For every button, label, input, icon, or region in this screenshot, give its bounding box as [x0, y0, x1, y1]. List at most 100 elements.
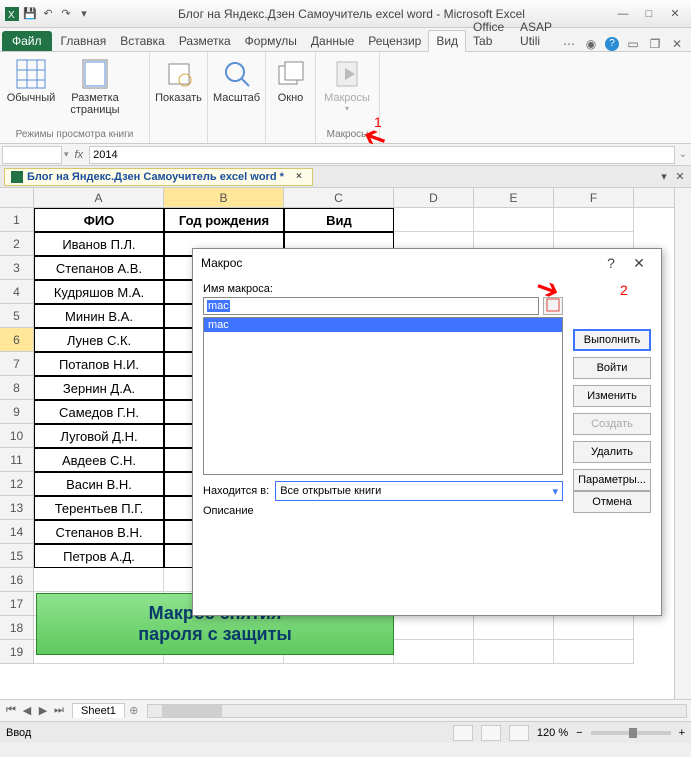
view-normal-icon[interactable]: [453, 725, 473, 741]
macro-list-item[interactable]: mac: [204, 318, 562, 332]
ribbon-restore-icon[interactable]: ❐: [647, 37, 663, 51]
sheet-nav-prev-icon[interactable]: ◀: [20, 704, 34, 717]
cell-A10[interactable]: Луговой Д.Н.: [34, 424, 164, 448]
sheet-nav-next-icon[interactable]: ▶: [36, 704, 50, 717]
sheet-nav-last-icon[interactable]: ⏭: [52, 704, 66, 717]
close-icon[interactable]: ✕: [663, 6, 687, 22]
zoom-in-icon[interactable]: +: [679, 727, 685, 739]
cell-D18[interactable]: [394, 616, 474, 640]
select-all-corner[interactable]: [0, 188, 34, 207]
cell-A1[interactable]: ФИО: [34, 208, 164, 232]
cell-A12[interactable]: Васин В.Н.: [34, 472, 164, 496]
zoom-button[interactable]: Масштаб: [212, 54, 261, 139]
dialog-close-icon[interactable]: ✕: [625, 255, 653, 272]
macro-list[interactable]: mac: [203, 317, 563, 475]
minimize-icon[interactable]: —: [611, 6, 635, 22]
col-header-C[interactable]: C: [284, 188, 394, 207]
row-header-5[interactable]: 5: [0, 304, 34, 328]
page-layout-button[interactable]: Разметка страницы: [60, 54, 130, 128]
cell-A9[interactable]: Самедов Г.Н.: [34, 400, 164, 424]
row-header-1[interactable]: 1: [0, 208, 34, 232]
sheet-tab-active[interactable]: Sheet1: [72, 703, 125, 718]
cell-A8[interactable]: Зернин Д.А.: [34, 376, 164, 400]
tab-formulas[interactable]: Формулы: [238, 31, 304, 51]
col-header-D[interactable]: D: [394, 188, 474, 207]
row-header-15[interactable]: 15: [0, 544, 34, 568]
name-box[interactable]: [2, 146, 62, 164]
col-header-A[interactable]: A: [34, 188, 164, 207]
options-button[interactable]: Параметры...: [573, 469, 651, 491]
col-header-E[interactable]: E: [474, 188, 554, 207]
tab-view[interactable]: Вид: [428, 30, 466, 52]
maximize-icon[interactable]: □: [637, 6, 661, 22]
window-button[interactable]: Окно: [270, 54, 311, 139]
cell-A14[interactable]: Степанов В.Н.: [34, 520, 164, 544]
ribbon-minimize-icon[interactable]: ▭: [625, 37, 641, 51]
show-button[interactable]: Показать: [154, 54, 203, 139]
row-header-13[interactable]: 13: [0, 496, 34, 520]
cell-A2[interactable]: Иванов П.Л.: [34, 232, 164, 256]
tab-layout[interactable]: Разметка: [172, 31, 238, 51]
tab-insert[interactable]: Вставка: [113, 31, 172, 51]
run-button[interactable]: Выполнить: [573, 329, 651, 351]
row-header-17[interactable]: 17: [0, 592, 34, 616]
row-header-10[interactable]: 10: [0, 424, 34, 448]
dialog-help-icon[interactable]: ?: [597, 255, 625, 271]
ribbon-menu-icon[interactable]: ⋯: [561, 37, 577, 51]
doc-dropdown-icon[interactable]: ▾: [657, 170, 671, 184]
help-icon[interactable]: ?: [605, 37, 619, 51]
row-header-8[interactable]: 8: [0, 376, 34, 400]
row-header-14[interactable]: 14: [0, 520, 34, 544]
ribbon-options-icon[interactable]: ◉: [583, 37, 599, 51]
zoom-out-icon[interactable]: −: [576, 727, 582, 739]
cell-B1[interactable]: Год рождения: [164, 208, 284, 232]
view-break-icon[interactable]: [509, 725, 529, 741]
row-header-4[interactable]: 4: [0, 280, 34, 304]
cell-A3[interactable]: Степанов А.В.: [34, 256, 164, 280]
tab-home[interactable]: Главная: [54, 31, 114, 51]
cell-A13[interactable]: Терентьев П.Г.: [34, 496, 164, 520]
row-header-7[interactable]: 7: [0, 352, 34, 376]
cancel-button[interactable]: Отмена: [573, 491, 651, 513]
tab-review[interactable]: Рецензир: [361, 31, 428, 51]
cell-D1[interactable]: [394, 208, 474, 232]
tab-asap[interactable]: ASAP Utili: [513, 17, 561, 51]
cell-A5[interactable]: Минин В.А.: [34, 304, 164, 328]
undo-icon[interactable]: ↶: [40, 6, 56, 22]
cell-E1[interactable]: [474, 208, 554, 232]
col-header-B[interactable]: B: [164, 188, 284, 207]
macro-name-input[interactable]: mac: [203, 297, 539, 315]
step-button[interactable]: Войти: [573, 357, 651, 379]
view-page-icon[interactable]: [481, 725, 501, 741]
cell-A6[interactable]: Лунев С.К.: [34, 328, 164, 352]
dialog-titlebar[interactable]: Макрос ? ✕: [193, 249, 661, 277]
row-header-2[interactable]: 2: [0, 232, 34, 256]
row-header-3[interactable]: 3: [0, 256, 34, 280]
row-header-9[interactable]: 9: [0, 400, 34, 424]
cell-A15[interactable]: Петров А.Д.: [34, 544, 164, 568]
formula-input[interactable]: 2014: [89, 146, 675, 164]
cell-C1[interactable]: Вид: [284, 208, 394, 232]
ribbon-close-icon[interactable]: ✕: [669, 37, 685, 51]
redo-icon[interactable]: ↷: [58, 6, 74, 22]
cell-E19[interactable]: [474, 640, 554, 664]
document-tab-close-icon[interactable]: ×: [292, 170, 306, 184]
row-header-11[interactable]: 11: [0, 448, 34, 472]
normal-view-button[interactable]: Обычный: [4, 54, 58, 128]
sheet-add-icon[interactable]: ⊕: [125, 704, 143, 717]
cell-A11[interactable]: Авдеев С.Н.: [34, 448, 164, 472]
row-header-16[interactable]: 16: [0, 568, 34, 592]
cell-F18[interactable]: [554, 616, 634, 640]
formula-expand-icon[interactable]: ⌄: [675, 149, 691, 160]
cell-A16[interactable]: [34, 568, 164, 592]
col-header-F[interactable]: F: [554, 188, 634, 207]
row-header-19[interactable]: 19: [0, 640, 34, 664]
macro-ref-button[interactable]: [543, 297, 563, 315]
tab-data[interactable]: Данные: [304, 31, 361, 51]
horizontal-scrollbar[interactable]: [147, 704, 687, 718]
macros-button[interactable]: Макросы ▾: [320, 54, 374, 128]
cell-D19[interactable]: [394, 640, 474, 664]
cell-A7[interactable]: Потапов Н.И.: [34, 352, 164, 376]
document-tab[interactable]: Блог на Яндекс.Дзен Самоучитель excel wo…: [4, 168, 313, 186]
tab-office[interactable]: Office Tab: [466, 17, 513, 51]
